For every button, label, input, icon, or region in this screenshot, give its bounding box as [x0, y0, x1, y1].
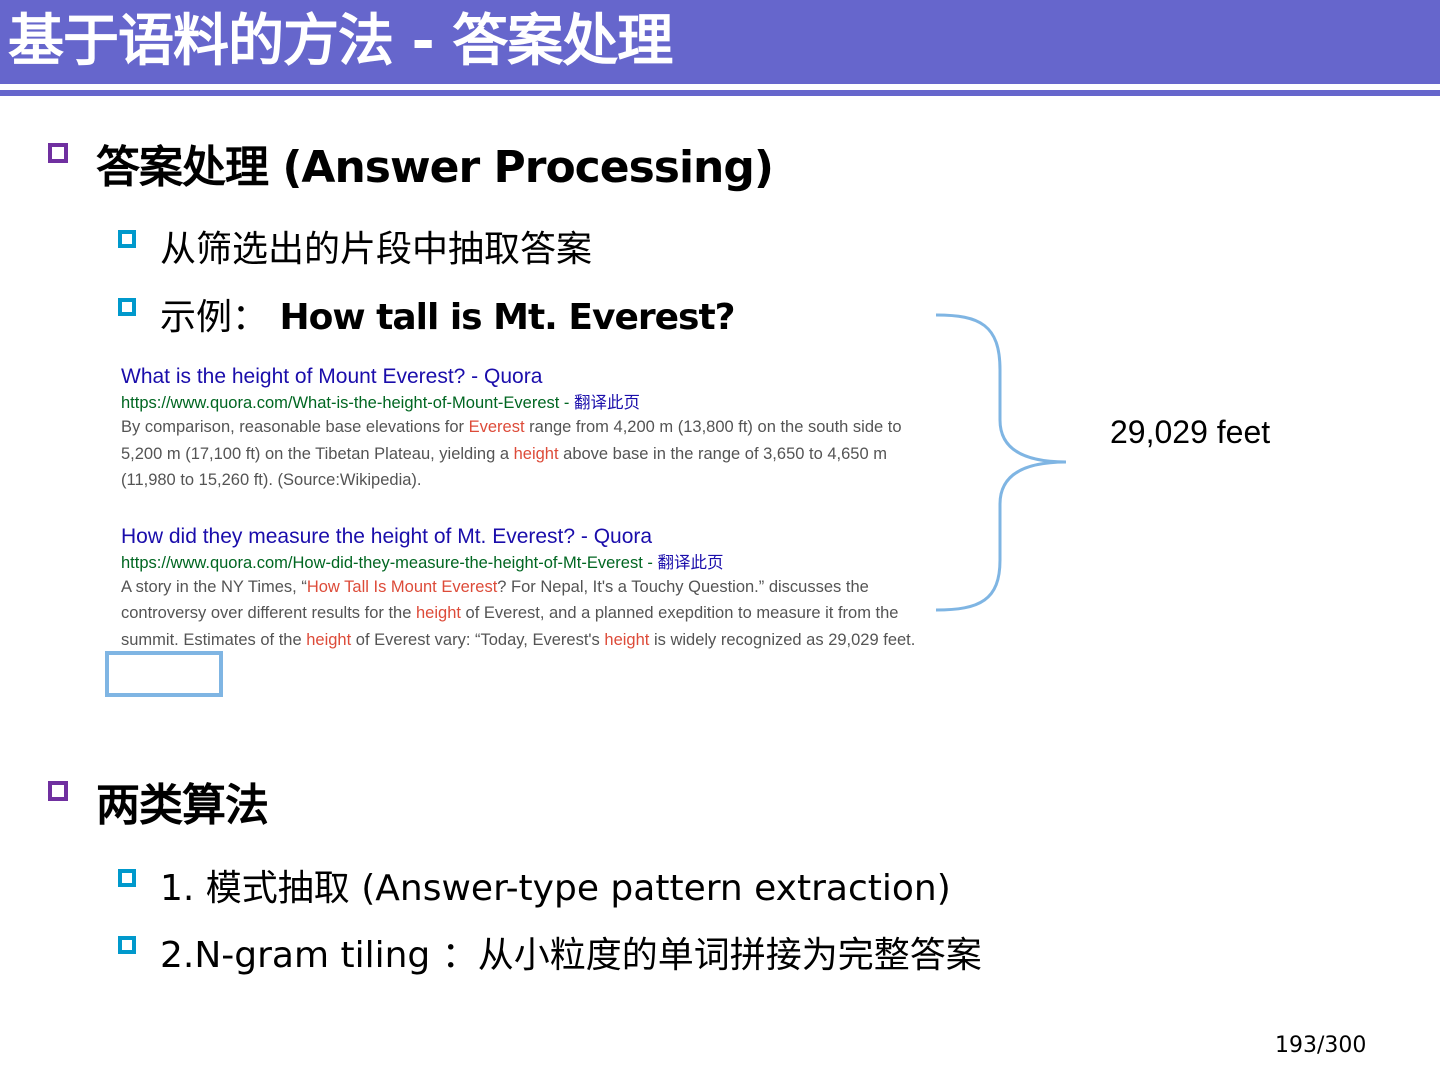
- search-result: What is the height of Mount Everest? - Q…: [121, 362, 921, 494]
- highlighted-term: height: [306, 630, 352, 649]
- section1-item-1: 从筛选出的片段中抽取答案: [160, 229, 593, 270]
- highlighted-term: How Tall Is Mount Everest: [306, 577, 498, 596]
- highlighted-term: height: [416, 604, 461, 622]
- highlighted-term: height: [513, 444, 559, 463]
- extracted-answer: 29,029 feet: [1110, 414, 1271, 450]
- highlighted-term: Everest: [468, 418, 525, 436]
- answer-highlight-box: [105, 651, 223, 697]
- snippet-text: of Everest vary: “Today, Everest's: [351, 630, 605, 649]
- highlighted-term: height: [604, 630, 650, 649]
- title-bar: 基于语料的方法 - 答案处理: [0, 0, 1440, 84]
- result-url-text[interactable]: https://www.quora.com/What-is-the-height…: [121, 394, 559, 412]
- result-snippet: By comparison, reasonable base elevation…: [121, 414, 921, 494]
- translate-link[interactable]: 翻译此页: [574, 394, 640, 412]
- title-underline: [0, 90, 1440, 96]
- square-bullet-icon: [118, 230, 136, 248]
- section2-item-1: 1. 模式抽取 (Answer-type pattern extraction): [160, 868, 951, 909]
- square-bullet-icon: [48, 781, 68, 801]
- snippet-text: is widely recognized as 29,029 feet.: [649, 630, 916, 649]
- section1-item-2: 示例： How tall is Mt. Everest?: [160, 288, 736, 340]
- search-result: How did they measure the height of Mt. E…: [121, 522, 921, 654]
- search-results: What is the height of Mount Everest? - Q…: [121, 362, 921, 681]
- result-title-link[interactable]: How did they measure the height of Mt. E…: [121, 522, 921, 552]
- result-snippet: A story in the NY Times, “How Tall Is Mo…: [121, 574, 921, 654]
- section2-item-2: 2.N-gram tiling ：从小粒度的单词拼接为完整答案: [160, 935, 982, 976]
- section2-heading: 两类算法: [96, 780, 269, 831]
- translate-link[interactable]: 翻译此页: [657, 554, 723, 572]
- result-url: https://www.quora.com/What-is-the-height…: [121, 394, 641, 412]
- page-number: 193/300: [1275, 1033, 1367, 1058]
- square-bullet-icon: [118, 936, 136, 954]
- slide-title: 基于语料的方法 - 答案处理: [8, 9, 673, 74]
- result-url-text[interactable]: https://www.quora.com/How-did-they-measu…: [121, 554, 643, 572]
- result-title-link[interactable]: What is the height of Mount Everest? - Q…: [121, 362, 921, 392]
- result-url: https://www.quora.com/How-did-they-measu…: [121, 553, 724, 572]
- example-label: 示例：: [160, 297, 269, 338]
- square-bullet-icon: [48, 143, 68, 163]
- snippet-text: A story in the NY Times, “: [121, 577, 307, 596]
- snippet-text: By comparison, reasonable base elevation…: [121, 418, 469, 436]
- example-question: How tall is Mt. Everest?: [279, 297, 735, 338]
- square-bullet-icon: [118, 869, 136, 887]
- square-bullet-icon: [118, 298, 136, 316]
- section1-heading: 答案处理 (Answer Processing): [96, 142, 774, 193]
- curly-brace-icon: [935, 313, 1067, 612]
